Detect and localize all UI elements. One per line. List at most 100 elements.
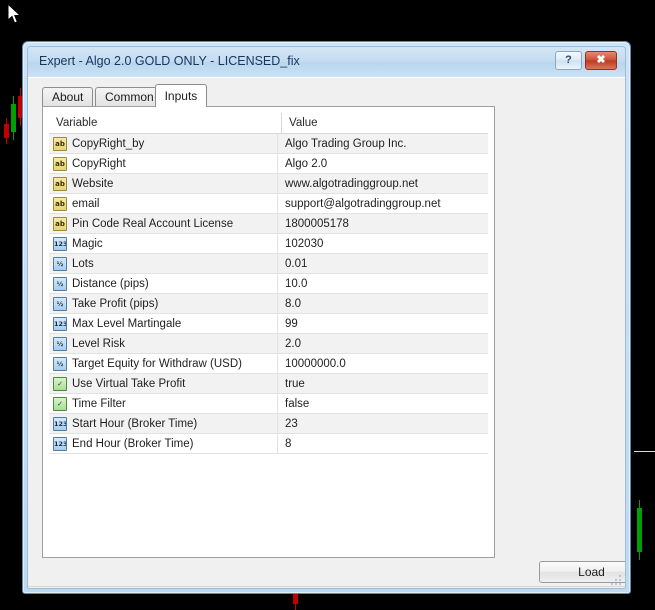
column-header-value: Value: [281, 113, 488, 133]
integer-type-icon: 123: [53, 436, 67, 451]
help-button[interactable]: ?: [555, 51, 582, 70]
string-type-icon: ab: [53, 136, 67, 151]
grid-row[interactable]: ab email support@algotradinggroup.net: [49, 194, 488, 214]
tab-about[interactable]: About: [42, 87, 94, 107]
variable-name: Max Level Martingale: [72, 317, 182, 330]
grid-row[interactable]: ✓ Use Virtual Take Profit true: [49, 374, 488, 394]
variable-value: 2.0: [285, 337, 301, 350]
variable-cell: ✓ Time Filter: [49, 396, 277, 411]
grid-row[interactable]: ½ Target Equity for Withdraw (USD) 1000000…: [49, 354, 488, 374]
grid-header: Variable Value: [49, 113, 488, 134]
tab-common[interactable]: Common: [95, 87, 164, 107]
grid-body: ab CopyRight_by Algo Trading Group Inc. ab C…: [49, 134, 488, 454]
grid-row[interactable]: 123 Magic 102030: [49, 234, 488, 254]
variable-value: 8.0: [285, 297, 301, 310]
grid-row[interactable]: ab Website www.algotradinggroup.net: [49, 174, 488, 194]
grid-row[interactable]: ab Pin Code Real Account License 180000517…: [49, 214, 488, 234]
integer-type-icon: 123: [53, 416, 67, 431]
boolean-type-icon: ✓: [53, 396, 67, 411]
grid-row[interactable]: ½ Distance (pips) 10.0: [49, 274, 488, 294]
variable-cell: ½ Take Profit (pips): [49, 296, 277, 311]
variable-name: Target Equity for Withdraw (USD): [72, 357, 242, 370]
integer-type-icon: 123: [53, 316, 67, 331]
grid-row[interactable]: ½ Take Profit (pips) 8.0: [49, 294, 488, 314]
variable-value: true: [285, 377, 305, 390]
variable-cell: 123 Magic: [49, 236, 277, 251]
value-cell[interactable]: 0.01: [277, 254, 488, 273]
variable-name: Magic: [72, 237, 103, 250]
variable-cell: ab CopyRight_by: [49, 136, 277, 151]
variable-cell: 123 Start Hour (Broker Time): [49, 416, 277, 431]
variable-name: Website: [72, 177, 114, 190]
value-cell[interactable]: false: [277, 394, 488, 413]
grid-row[interactable]: 123 End Hour (Broker Time) 8: [49, 434, 488, 454]
variable-value: Algo 2.0: [285, 157, 328, 170]
variable-value: false: [285, 397, 310, 410]
grid-row[interactable]: ab CopyRight_by Algo Trading Group Inc.: [49, 134, 488, 154]
mouse-cursor: [8, 4, 22, 24]
variable-value: support@algotradinggroup.net: [285, 197, 441, 210]
value-cell[interactable]: Algo Trading Group Inc.: [277, 134, 488, 153]
expert-properties-dialog: Expert - Algo 2.0 GOLD ONLY - LICENSED_f…: [22, 41, 631, 594]
variable-value: Algo Trading Group Inc.: [285, 137, 407, 150]
variable-value: 8: [285, 437, 292, 450]
grid-row[interactable]: ½ Lots 0.01: [49, 254, 488, 274]
value-cell[interactable]: www.algotradinggroup.net: [277, 174, 488, 193]
dialog-inner: Expert - Algo 2.0 GOLD ONLY - LICENSED_f…: [27, 46, 626, 589]
tab-inputs[interactable]: Inputs: [154, 84, 208, 107]
column-header-variable: Variable: [56, 117, 98, 129]
footer-separator: [28, 586, 625, 587]
boolean-type-icon: ✓: [53, 376, 67, 391]
variable-value: 102030: [285, 237, 324, 250]
variable-name: End Hour (Broker Time): [72, 437, 194, 450]
variable-cell: 123 Max Level Martingale: [49, 316, 277, 331]
grid-row[interactable]: ab CopyRight Algo 2.0: [49, 154, 488, 174]
value-cell[interactable]: 10000000.0: [277, 354, 488, 373]
value-cell[interactable]: support@algotradinggroup.net: [277, 194, 488, 213]
string-type-icon: ab: [53, 176, 67, 191]
title-bar[interactable]: Expert - Algo 2.0 GOLD ONLY - LICENSED_f…: [28, 47, 625, 78]
value-cell[interactable]: 1800005178: [277, 214, 488, 233]
variable-cell: ½ Distance (pips): [49, 276, 277, 291]
variable-value: www.algotradinggroup.net: [285, 177, 418, 190]
variable-name: Level Risk: [72, 337, 126, 350]
value-cell[interactable]: 23: [277, 414, 488, 433]
grid-row[interactable]: ½ Level Risk 2.0: [49, 334, 488, 354]
variable-value: 10.0: [285, 277, 308, 290]
variable-cell: ab CopyRight: [49, 156, 277, 171]
inputs-grid: Variable Value ab CopyRight_by Algo Tradin…: [49, 113, 488, 454]
resize-grip[interactable]: [611, 575, 622, 586]
value-cell[interactable]: 99: [277, 314, 488, 333]
variable-name: CopyRight_by: [72, 137, 145, 150]
variable-name: Time Filter: [72, 397, 126, 410]
value-cell[interactable]: 10.0: [277, 274, 488, 293]
close-button[interactable]: ✖: [585, 51, 617, 70]
grid-row[interactable]: 123 Start Hour (Broker Time) 23: [49, 414, 488, 434]
float-type-icon: ½: [53, 256, 67, 271]
dialog-client-area: About Common Inputs Variable Value ab CopyR…: [28, 78, 625, 588]
variable-name: Distance (pips): [72, 277, 149, 290]
variable-value: 99: [285, 317, 298, 330]
variable-value: 10000000.0: [285, 357, 346, 370]
variable-cell: ✓ Use Virtual Take Profit: [49, 376, 277, 391]
string-type-icon: ab: [53, 216, 67, 231]
value-cell[interactable]: 8: [277, 434, 488, 453]
grid-row[interactable]: 123 Max Level Martingale 99: [49, 314, 488, 334]
variable-value: 1800005178: [285, 217, 349, 230]
value-cell[interactable]: 102030: [277, 234, 488, 253]
window-title: Expert - Algo 2.0 GOLD ONLY - LICENSED_f…: [39, 54, 300, 68]
variable-cell: ab email: [49, 196, 277, 211]
variable-name: CopyRight: [72, 157, 126, 170]
value-cell[interactable]: true: [277, 374, 488, 393]
variable-cell: ab Website: [49, 176, 277, 191]
string-type-icon: ab: [53, 196, 67, 211]
value-cell[interactable]: 2.0: [277, 334, 488, 353]
grid-row[interactable]: ✓ Time Filter false: [49, 394, 488, 414]
float-type-icon: ½: [53, 276, 67, 291]
float-type-icon: ½: [53, 296, 67, 311]
value-cell[interactable]: 8.0: [277, 294, 488, 313]
value-cell[interactable]: Algo 2.0: [277, 154, 488, 173]
float-type-icon: ½: [53, 356, 67, 371]
variable-name: email: [72, 197, 100, 210]
integer-type-icon: 123: [53, 236, 67, 251]
